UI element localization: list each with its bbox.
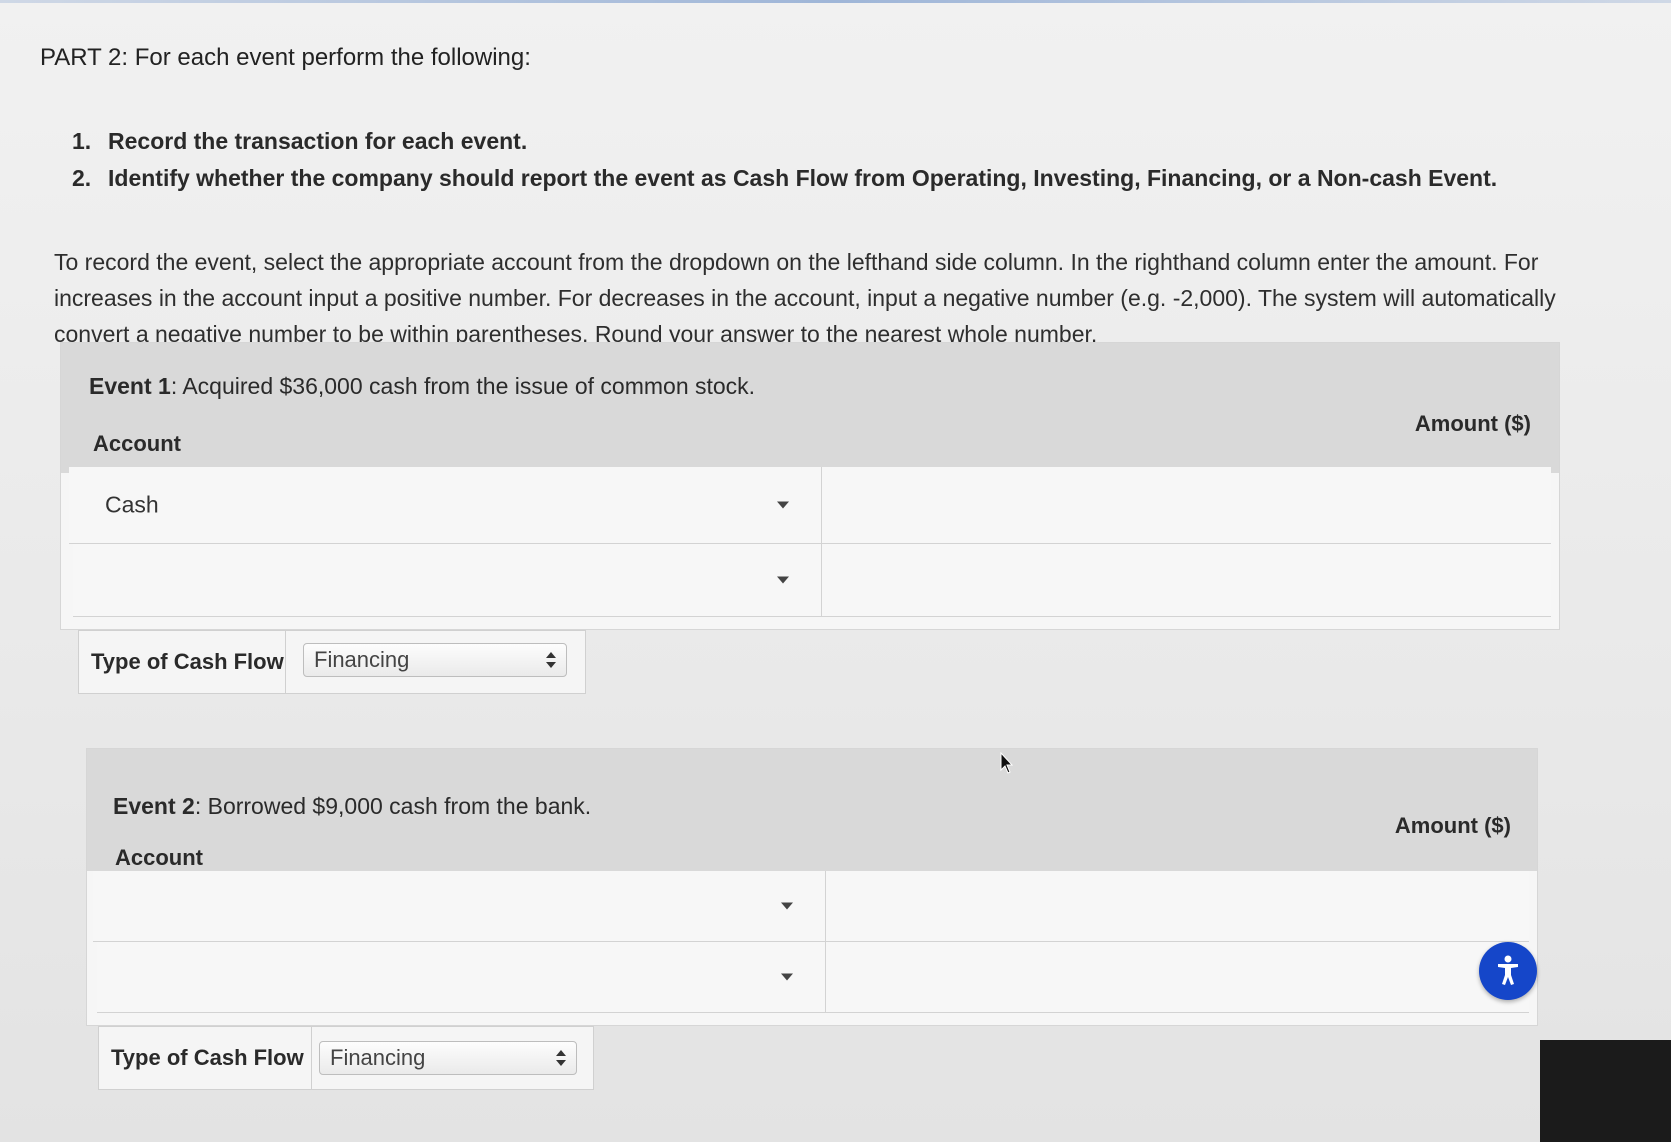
account-value: Cash: [105, 491, 159, 518]
event-2-row-2-account-dropdown[interactable]: [97, 942, 826, 1012]
part-title: PART 2: For each event perform the follo…: [40, 44, 531, 71]
step-number: 1.: [72, 128, 92, 154]
event-1-row-2-account-dropdown[interactable]: [73, 544, 822, 616]
event-1-row-2: [73, 544, 1551, 617]
event-2-amount-header: Amount ($): [1394, 813, 1511, 838]
step-list: 1. Record the transaction for each event.…: [72, 128, 1497, 202]
event-2-description: : Borrowed $9,000 cash from the bank.: [194, 793, 592, 819]
event-1-panel: Event 1: Acquired $36,000 cash from the …: [60, 342, 1560, 630]
caret-down-icon: [777, 501, 789, 509]
event-1-description: : Acquired $36,000 cash from the issue o…: [170, 373, 756, 399]
page: PART 2: For each event perform the follo…: [0, 0, 1671, 1142]
event-2-row-2: [97, 942, 1529, 1013]
event-2-cash-flow-select[interactable]: Financing: [319, 1041, 577, 1075]
event-1-cash-flow-row: Type of Cash Flow Financing: [78, 630, 586, 694]
event-1-amount-header: Amount ($): [1414, 411, 1531, 436]
top-divider: [0, 0, 1671, 3]
event-1-header: [61, 343, 1559, 473]
event-2-account-header: Account: [115, 845, 203, 870]
event-1-cash-flow-label: Type of Cash Flow: [79, 631, 286, 693]
step-text: Identify whether the company should repo…: [108, 165, 1498, 191]
event-2-cash-flow-row: Type of Cash Flow Financing: [98, 1026, 594, 1090]
event-2-label: Event 2: [113, 793, 195, 819]
mouse-pointer-icon: [1000, 752, 1014, 774]
step-number: 2.: [72, 165, 92, 191]
event-1-row-1: Cash: [69, 467, 1551, 544]
event-1-row-2-amount-input[interactable]: [822, 544, 1551, 616]
event-2-title: Event 2: Borrowed $9,000 cash from the b…: [113, 793, 591, 820]
caret-down-icon: [777, 576, 789, 584]
event-2-row-1-amount-input[interactable]: [826, 871, 1529, 941]
cash-flow-value: Financing: [314, 647, 410, 672]
event-2-cash-flow-label: Type of Cash Flow: [99, 1027, 312, 1089]
event-2-row-1-account-dropdown[interactable]: [93, 871, 826, 941]
instructions-text: To record the event, select the appropri…: [54, 249, 1556, 347]
event-1-row-1-amount-input[interactable]: [822, 467, 1551, 543]
cash-flow-value: Financing: [330, 1045, 426, 1070]
step-text: Record the transaction for each event.: [108, 128, 528, 154]
caret-down-icon: [781, 973, 793, 981]
step-item: 1. Record the transaction for each event.: [72, 128, 1497, 155]
event-2-panel: Event 2: Borrowed $9,000 cash from the b…: [86, 748, 1538, 1026]
up-down-arrows-icon: [556, 1049, 566, 1067]
event-2-row-2-amount-input[interactable]: [826, 942, 1529, 1012]
event-1-title: Event 1: Acquired $36,000 cash from the …: [89, 373, 755, 400]
event-1-account-header: Account: [93, 431, 181, 456]
event-1-row-1-account-dropdown[interactable]: Cash: [69, 467, 822, 543]
event-1-label: Event 1: [89, 373, 171, 399]
accessibility-button[interactable]: [1479, 942, 1537, 1000]
accessibility-icon: [1498, 955, 1518, 985]
up-down-arrows-icon: [546, 651, 556, 669]
event-1-cash-flow-select[interactable]: Financing: [303, 643, 567, 677]
step-item: 2. Identify whether the company should re…: [72, 165, 1497, 192]
event-2-row-1: [93, 871, 1529, 942]
screen-edge: [1540, 1040, 1671, 1142]
caret-down-icon: [781, 902, 793, 910]
